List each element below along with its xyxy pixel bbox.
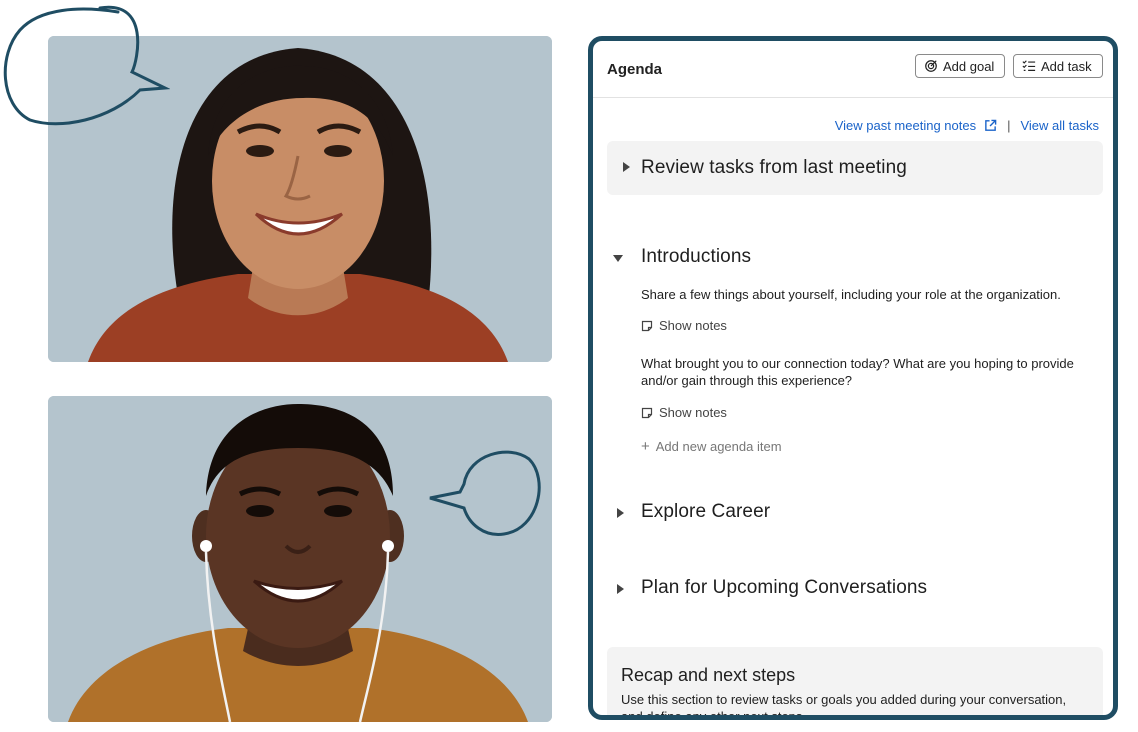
- show-notes-button[interactable]: Show notes: [641, 318, 727, 333]
- section-title-explore-career[interactable]: Explore Career: [641, 501, 770, 523]
- checklist-icon: [1022, 60, 1036, 71]
- add-goal-button[interactable]: Add goal: [915, 54, 1005, 78]
- section-recap: Recap and next steps Use this section to…: [607, 647, 1103, 720]
- caret-down-icon[interactable]: [613, 253, 623, 263]
- add-task-button[interactable]: Add task: [1013, 54, 1103, 78]
- caret-right-icon[interactable]: [615, 584, 625, 594]
- add-task-label: Add task: [1041, 58, 1092, 74]
- external-link-icon[interactable]: [984, 119, 997, 132]
- view-past-meeting-notes-link[interactable]: View past meeting notes: [835, 118, 976, 133]
- recap-description: Use this section to review tasks or goal…: [621, 692, 1067, 720]
- show-notes-label: Show notes: [659, 405, 727, 420]
- agenda-panel: Agenda Add goal Add task View past meeti…: [588, 36, 1118, 720]
- note-icon: [641, 320, 653, 331]
- add-goal-label: Add goal: [943, 58, 995, 74]
- link-separator: |: [1007, 118, 1011, 133]
- section-title: Review tasks from last meeting: [641, 157, 907, 178]
- section-title-plan-upcoming[interactable]: Plan for Upcoming Conversations: [641, 577, 927, 599]
- section-review-tasks[interactable]: Review tasks from last meeting: [607, 141, 1103, 195]
- target-icon: [925, 60, 937, 72]
- agenda-title: Agenda: [607, 61, 663, 78]
- note-icon: [641, 407, 653, 418]
- add-new-agenda-item-label: Add new agenda item: [655, 439, 782, 454]
- recap-title: Recap and next steps: [621, 665, 796, 685]
- add-new-agenda-item-button[interactable]: + Add new agenda item: [641, 439, 782, 454]
- view-all-tasks-link[interactable]: View all tasks: [1020, 118, 1099, 133]
- caret-right-icon[interactable]: [621, 162, 631, 172]
- caret-right-icon[interactable]: [615, 508, 625, 518]
- agenda-item-text: Share a few things about yourself, inclu…: [641, 287, 1061, 302]
- agenda-header: Agenda Add goal Add task: [593, 41, 1113, 98]
- show-notes-button[interactable]: Show notes: [641, 405, 727, 420]
- speech-bubble-doodle-icon: [3, 5, 170, 126]
- agenda-item-text: What brought you to our connection today…: [641, 356, 1074, 388]
- agenda-links: View past meeting notes | View all tasks: [835, 118, 1099, 133]
- show-notes-label: Show notes: [659, 318, 727, 333]
- plus-icon: +: [641, 438, 650, 455]
- section-title-introductions[interactable]: Introductions: [641, 246, 751, 268]
- speech-bubble-doodle-icon: [429, 450, 541, 536]
